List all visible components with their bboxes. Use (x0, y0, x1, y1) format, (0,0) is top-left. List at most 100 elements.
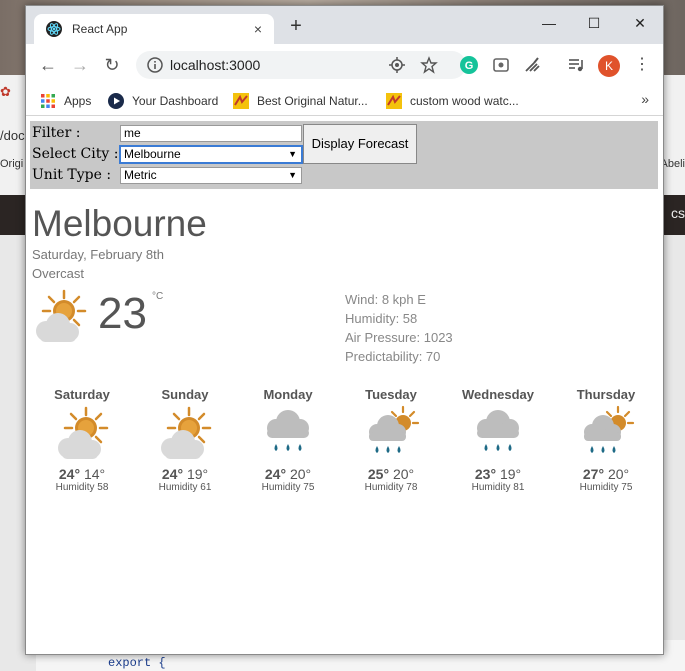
forecast-low: 20° (289, 466, 312, 482)
city-label: Select City : (32, 146, 119, 162)
new-tab-button[interactable]: + (288, 16, 304, 36)
back-button[interactable]: ← (38, 55, 58, 75)
humidity-text: Humidity: 58 (345, 311, 418, 326)
bookmarks-bar: Apps Your Dashboard Best Original Natur.… (26, 86, 663, 116)
bookmark-label: Best Original Natur... (257, 94, 368, 108)
partly-cloudy-sun-icon (155, 404, 215, 464)
forecast-day: Sunday 24° 19° Humidity 61 (130, 387, 240, 512)
forecast-day: Thursday 27° 20° Humidity 75 (551, 387, 661, 512)
address-bar[interactable]: localhost:3000 (136, 51, 466, 79)
reload-button[interactable]: ↻ (102, 55, 122, 75)
forecast-high: 27° (582, 466, 605, 482)
bookmark-your-dashboard[interactable]: Your Dashboard (108, 92, 218, 110)
react-logo-icon (46, 21, 62, 37)
title-bar: React App × + — ☐ ✕ (26, 6, 663, 44)
current-condition: Overcast (32, 266, 85, 281)
partly-cloudy-sun-icon (52, 404, 112, 464)
unit-select[interactable]: Metric ▼ (120, 167, 302, 184)
forecast-day: Tuesday 25° 20° Humidity 78 (336, 387, 446, 512)
weather-details: Wind: 8 kph E Humidity: 58 Air Pressure:… (345, 290, 453, 366)
controls-panel: Filter : me Select City : Melbourne ▼ Un… (30, 121, 658, 189)
wind-text: Wind: 8 kph E (345, 292, 426, 307)
background-text-left-1: /doc (0, 128, 25, 143)
forecast-humidity-label: Humidity (158, 482, 198, 493)
forecast-day-name: Sunday (161, 387, 209, 402)
svg-text:G: G (465, 60, 474, 72)
bookmark-label: Apps (64, 94, 92, 108)
partly-cloudy-sun-icon (30, 287, 90, 347)
filter-label: Filter : (32, 125, 81, 141)
forecast-high: 25° (367, 466, 390, 482)
minimize-button[interactable]: — (534, 12, 564, 34)
forecast-humidity: 78 (406, 482, 418, 493)
browser-toolbar: ← → ↻ localhost:3000 G K ⋮ (26, 44, 663, 86)
rain-cloud-icon (258, 404, 318, 464)
bookmark-apps[interactable]: Apps (40, 92, 91, 110)
media-queue-icon[interactable] (566, 55, 586, 75)
forecast-day-name: Tuesday (365, 387, 417, 402)
browser-tab[interactable]: React App × (34, 14, 274, 44)
city-select[interactable]: Melbourne ▼ (120, 146, 302, 163)
city-select-value: Melbourne (124, 147, 181, 161)
forecast-low: 19° (499, 466, 522, 482)
forecast-high: 24° (264, 466, 287, 482)
forecast-humidity-label: Humidity (579, 482, 619, 493)
maximize-button[interactable]: ☐ (579, 12, 609, 34)
forecast-day-name: Monday (263, 387, 313, 402)
forecast-day: Monday 24° 20° Humidity 75 (233, 387, 343, 512)
forecast-high: 24° (58, 466, 81, 482)
bookmark-star-icon[interactable] (420, 56, 438, 74)
forecast-low: 20° (392, 466, 415, 482)
close-window-button[interactable]: ✕ (625, 12, 655, 34)
forecast-humidity-label: Humidity (471, 482, 511, 493)
temperature-unit: °C (152, 291, 164, 302)
city-name: Melbourne (32, 203, 207, 244)
dropdown-arrow-icon: ▼ (288, 149, 297, 159)
forecast-low: 19° (186, 466, 209, 482)
rain-cloud-icon (468, 404, 528, 464)
extension-icon[interactable] (491, 55, 511, 75)
filter-input[interactable]: me (120, 125, 302, 142)
forecast-humidity-label: Humidity (364, 482, 404, 493)
unit-label: Unit Type : (32, 167, 112, 183)
background-icon: ✿ (0, 84, 11, 99)
forecast-day-name: Thursday (576, 387, 636, 402)
sun-rain-cloud-icon (361, 404, 421, 464)
apps-grid-icon (41, 94, 55, 108)
forecast-humidity: 58 (97, 482, 109, 493)
forecast-humidity: 75 (303, 482, 315, 493)
forecast-low: 14° (83, 466, 106, 482)
bookmark-label: custom wood watc... (410, 94, 519, 108)
display-forecast-button[interactable]: Display Forecast (303, 124, 417, 164)
location-target-icon[interactable] (388, 56, 406, 74)
pressure-text: Air Pressure: 1023 (345, 330, 453, 345)
current-date: Saturday, February 8th (32, 247, 164, 262)
bookmark-site-icon (233, 93, 249, 109)
dropdown-arrow-icon: ▼ (288, 170, 297, 180)
grammarly-icon[interactable]: G (459, 55, 479, 75)
forecast-high: 24° (161, 466, 184, 482)
brush-extension-icon[interactable] (522, 55, 542, 75)
forecast-humidity-label: Humidity (261, 482, 301, 493)
bookmark-custom-wood[interactable]: custom wood watc... (386, 92, 519, 110)
app-page: Filter : me Select City : Melbourne ▼ Un… (26, 117, 663, 654)
forecast-humidity-label: Humidity (55, 482, 95, 493)
site-info-icon[interactable] (146, 56, 164, 74)
forecast-day-name: Wednesday (461, 387, 534, 402)
forecast-humidity: 61 (200, 482, 212, 493)
bookmark-label: Your Dashboard (132, 94, 219, 108)
forecast-day: Saturday 24° 14° Humidity 58 (27, 387, 137, 512)
bookmark-best-original[interactable]: Best Original Natur... (233, 92, 368, 110)
forecast-row: Saturday 24° 14° Humidity 58 Sunday 24° … (26, 387, 663, 517)
predictability-text: Predictability: 70 (345, 349, 441, 364)
background-text-dark: cs (671, 205, 685, 221)
current-temperature: 23 (98, 289, 147, 338)
profile-avatar[interactable]: K (598, 55, 620, 77)
tab-close-icon[interactable]: × (250, 21, 266, 37)
forward-button[interactable]: → (70, 55, 90, 75)
browser-menu-icon[interactable]: ⋮ (634, 55, 650, 75)
browser-window: React App × + — ☐ ✕ ← → ↻ localhost:3000 (25, 5, 664, 655)
bookmark-site-icon (386, 93, 402, 109)
bookmarks-overflow-button[interactable]: » (641, 91, 649, 107)
play-icon (108, 93, 124, 109)
